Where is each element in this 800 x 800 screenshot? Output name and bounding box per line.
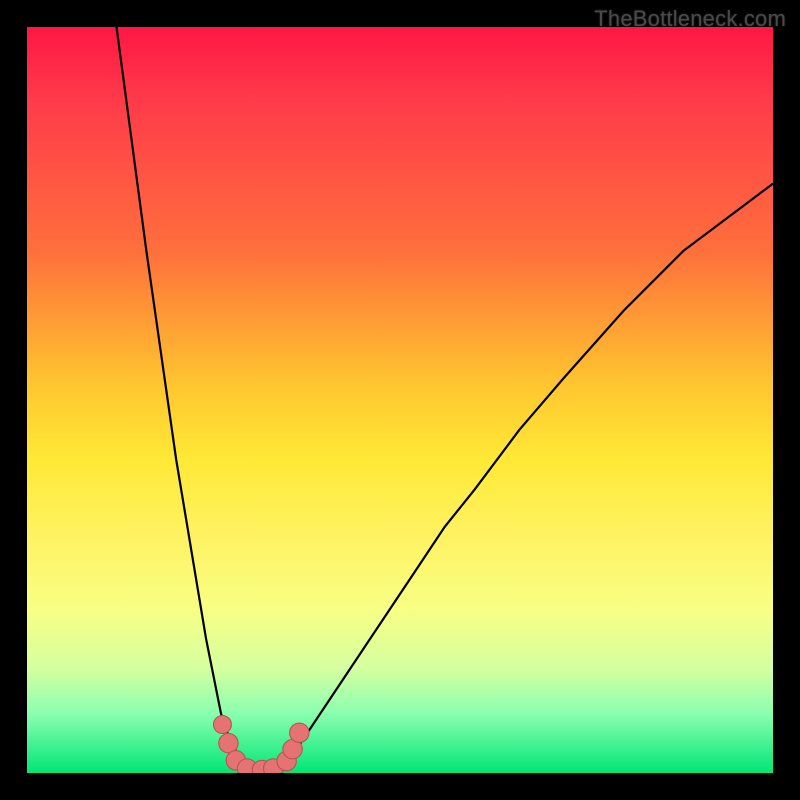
attribution-label: TheBottleneck.com (594, 6, 786, 32)
curve-group (117, 27, 773, 773)
data-marker (290, 723, 309, 742)
data-marker (214, 716, 232, 734)
chart-svg (27, 27, 773, 773)
data-marker (219, 733, 238, 752)
data-marker (237, 759, 256, 773)
marker-group (214, 716, 309, 773)
data-marker (226, 751, 245, 770)
data-marker (283, 739, 302, 758)
data-marker (263, 759, 282, 773)
data-marker (277, 751, 296, 770)
chart-plot-area (27, 27, 773, 773)
curve-path (117, 27, 259, 773)
chart-frame: TheBottleneck.com (0, 0, 800, 800)
curve-path (281, 184, 773, 773)
data-marker (252, 760, 271, 773)
